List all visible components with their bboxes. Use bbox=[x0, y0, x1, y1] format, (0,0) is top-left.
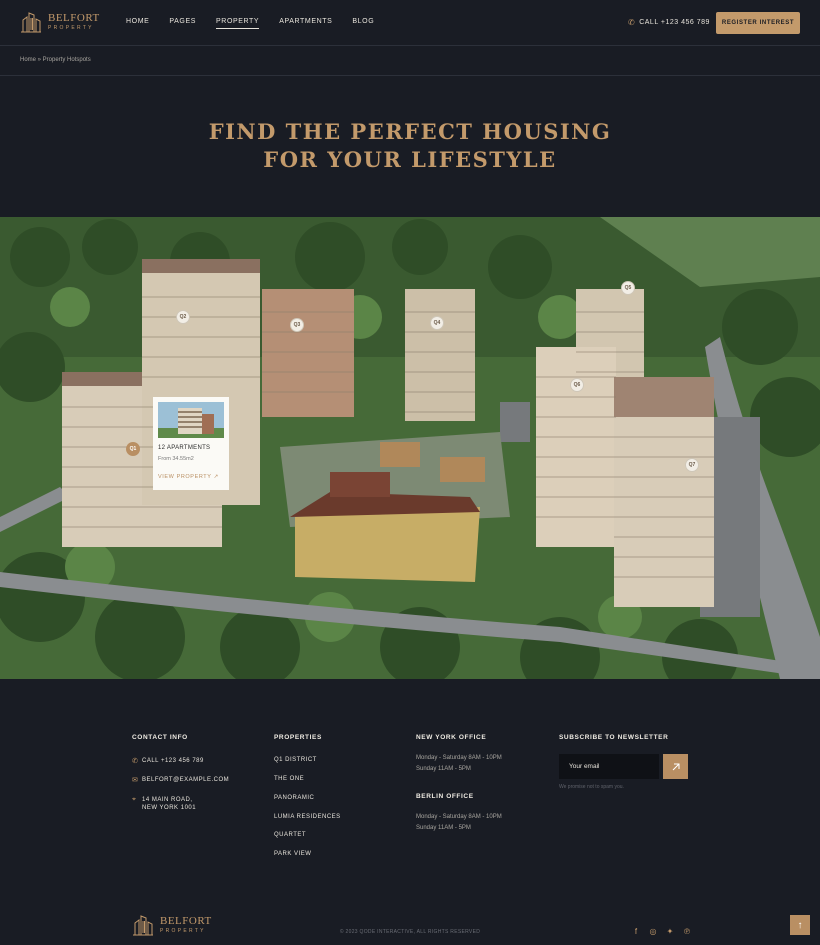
property-link-the-one[interactable]: THE ONE bbox=[274, 776, 304, 782]
location-pin-icon: ⌖ bbox=[132, 796, 137, 803]
hotspot-q7[interactable]: Q7 bbox=[685, 458, 699, 472]
newsletter-note: We promise not to spam you. bbox=[559, 784, 624, 790]
view-property-link[interactable]: VIEW PROPERTY ↗ bbox=[158, 474, 219, 480]
property-popup: 12 APARTMENTS From 34.55m2 VIEW PROPERTY… bbox=[153, 397, 229, 490]
nav-home[interactable]: HOME bbox=[126, 18, 149, 29]
property-link-lumia-residences[interactable]: LUMIA RESIDENCES bbox=[274, 814, 341, 820]
main-nav: HOME PAGES PROPERTY APARTMENTS BLOG bbox=[126, 18, 394, 29]
hotspot-q3[interactable]: Q3 bbox=[290, 318, 304, 332]
contact-heading: CONTACT INFO bbox=[132, 734, 188, 741]
brand-name: BELFORT bbox=[48, 12, 100, 24]
ny-office-hours-sunday: Sunday 11AM - 5PM bbox=[416, 766, 471, 772]
building-logo-icon bbox=[21, 12, 41, 33]
phone-icon: ✆ bbox=[628, 18, 636, 27]
site-header: BELFORT PROPERTY HOME PAGES PROPERTY APA… bbox=[0, 0, 820, 46]
view-property-label: VIEW PROPERTY bbox=[158, 474, 212, 480]
newsletter-heading: SUBSCRIBE TO NEWSLETTER bbox=[559, 734, 669, 741]
social-links: f ◎ ✦ ℗ bbox=[632, 927, 700, 936]
berlin-office-hours-weekday: Monday - Saturday 8AM - 10PM bbox=[416, 814, 502, 820]
property-thumbnail[interactable] bbox=[158, 402, 224, 438]
footer-brand-name: BELFORT bbox=[160, 915, 212, 927]
aerial-photo bbox=[0, 217, 820, 679]
properties-heading: PROPERTIES bbox=[274, 734, 322, 741]
berlin-office-hours-sunday: Sunday 11AM - 5PM bbox=[416, 825, 471, 831]
arrow-up-icon: ↑ bbox=[797, 919, 803, 931]
pinterest-icon[interactable]: ℗ bbox=[683, 927, 691, 936]
mail-icon: ✉ bbox=[132, 777, 139, 784]
hotspot-q1[interactable]: Q1 bbox=[126, 442, 140, 456]
contact-phone-label: CALL +123 456 789 bbox=[142, 758, 204, 764]
hotspot-q4[interactable]: Q4 bbox=[430, 316, 444, 330]
contact-email[interactable]: ✉ BELFORT@EXAMPLE.COM bbox=[132, 776, 229, 784]
popup-subtitle: From 34.55m2 bbox=[158, 456, 194, 462]
facebook-icon[interactable]: f bbox=[632, 927, 640, 936]
arrow-up-right-icon: ↗ bbox=[213, 474, 219, 480]
aerial-property-map: Q1 Q2 Q3 Q4 Q5 Q6 Q7 12 APARTMENTS From … bbox=[0, 217, 820, 679]
contact-phone[interactable]: ✆ CALL +123 456 789 bbox=[132, 757, 204, 765]
twitter-icon[interactable]: ✦ bbox=[666, 927, 674, 936]
phone-icon: ✆ bbox=[132, 758, 139, 765]
register-interest-button[interactable]: REGISTER INTEREST bbox=[716, 12, 800, 34]
property-link-panoramic[interactable]: PANORAMIC bbox=[274, 795, 314, 801]
header-phone-label: CALL +123 456 789 bbox=[639, 19, 710, 26]
page-title-line-1: FIND THE PERFECT HOUSING bbox=[208, 119, 612, 144]
address-line-1: 14 MAIN ROAD, bbox=[142, 797, 193, 803]
page-title-line-2: FOR YOUR LIFESTYLE bbox=[263, 147, 557, 172]
nav-property[interactable]: PROPERTY bbox=[216, 18, 260, 29]
arrow-up-right-icon bbox=[672, 763, 679, 770]
hotspot-q5[interactable]: Q5 bbox=[621, 281, 635, 295]
divider bbox=[0, 75, 820, 76]
brand-logo[interactable]: BELFORT PROPERTY bbox=[20, 11, 100, 33]
newsletter-submit-button[interactable] bbox=[663, 754, 688, 779]
popup-title: 12 APARTMENTS bbox=[158, 445, 211, 451]
breadcrumb[interactable]: Home » Property Hotspots bbox=[20, 57, 91, 63]
instagram-icon[interactable]: ◎ bbox=[649, 927, 657, 936]
header-phone[interactable]: ✆ CALL +123 456 789 bbox=[628, 18, 710, 27]
contact-address: ⌖ 14 MAIN ROAD, NEW YORK 1001 bbox=[132, 796, 196, 812]
property-thumbnail-image bbox=[158, 402, 224, 438]
hotspot-q2[interactable]: Q2 bbox=[176, 310, 190, 324]
property-link-park-view[interactable]: PARK VIEW bbox=[274, 851, 311, 857]
newsletter-email-input[interactable] bbox=[559, 754, 659, 779]
nav-pages[interactable]: PAGES bbox=[169, 18, 196, 29]
back-to-top-button[interactable]: ↑ bbox=[790, 915, 810, 935]
nav-blog[interactable]: BLOG bbox=[352, 18, 374, 29]
property-link-quartet[interactable]: QUARTET bbox=[274, 832, 306, 838]
address-line-2: NEW YORK 1001 bbox=[142, 805, 197, 811]
hotspot-q6[interactable]: Q6 bbox=[570, 378, 584, 392]
property-link-q1-district[interactable]: Q1 DISTRICT bbox=[274, 757, 317, 763]
berlin-office-heading: BERLIN OFFICE bbox=[416, 793, 474, 800]
brand-subtitle: PROPERTY bbox=[48, 25, 94, 31]
page-title: FIND THE PERFECT HOUSING FOR YOUR LIFEST… bbox=[0, 118, 820, 174]
nav-apartments[interactable]: APARTMENTS bbox=[279, 18, 332, 29]
contact-email-label: BELFORT@EXAMPLE.COM bbox=[142, 777, 230, 783]
ny-office-hours-weekday: Monday - Saturday 8AM - 10PM bbox=[416, 755, 502, 761]
ny-office-heading: NEW YORK OFFICE bbox=[416, 734, 487, 741]
